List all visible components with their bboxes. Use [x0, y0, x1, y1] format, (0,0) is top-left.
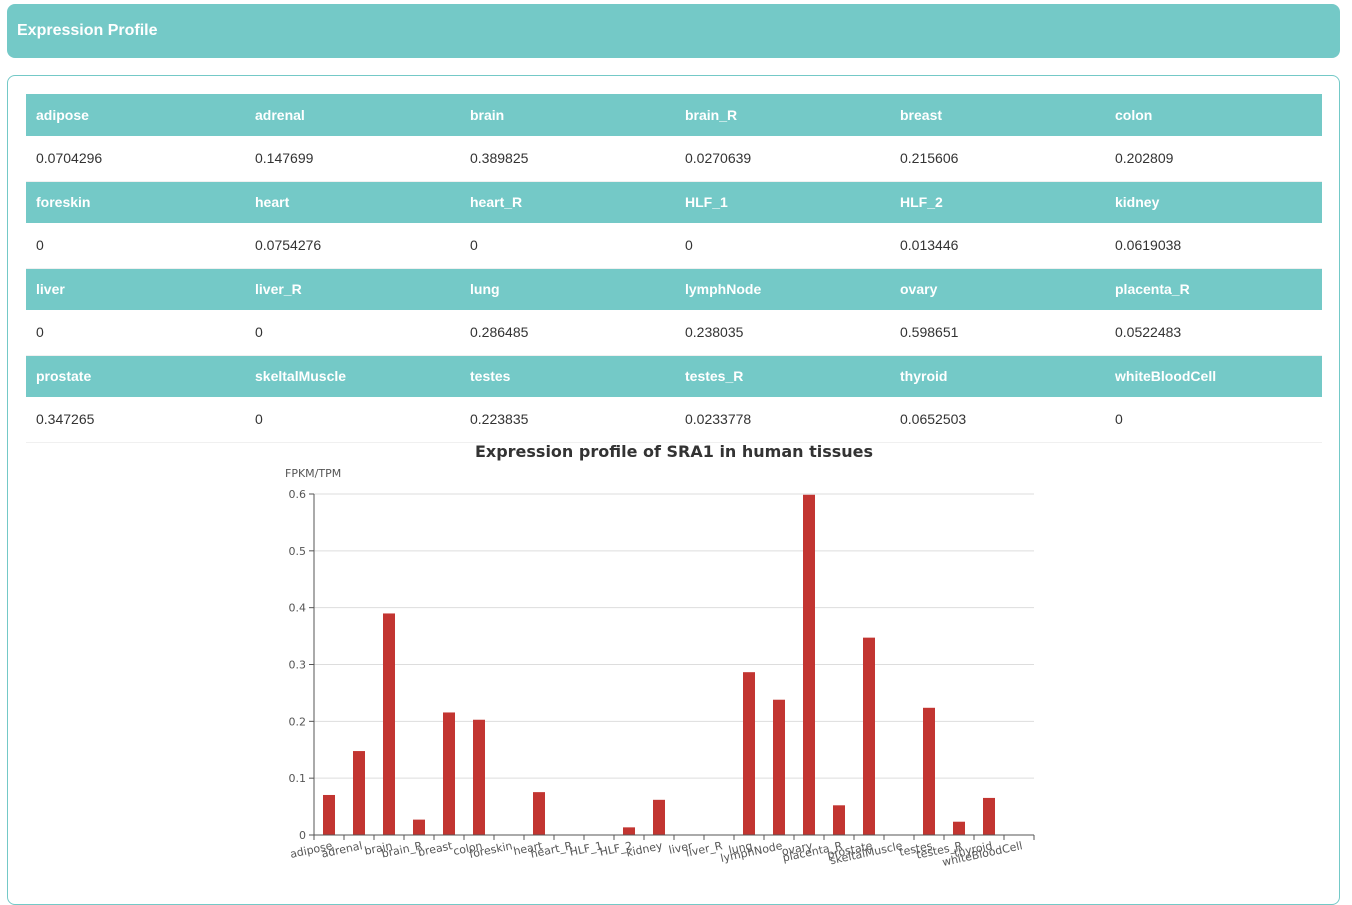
x-tick-labels: adiposeadrenal brainbrain_Rbreastcolonfor…: [289, 839, 1024, 869]
y-tick-label: 0.2: [289, 715, 307, 728]
bar-HLF_2[interactable]: [623, 827, 635, 835]
y-tick-label: 0.3: [289, 659, 307, 672]
x-tick-label: breast: [417, 839, 454, 859]
bar-placenta_R[interactable]: [833, 805, 845, 835]
bar-testes[interactable]: [923, 707, 935, 835]
y-axis-label: FPKM/TPM: [285, 467, 341, 480]
chart-title: Expression profile of SRA1 in human tiss…: [475, 442, 873, 461]
bar-adipose[interactable]: [323, 794, 335, 835]
bar-colon[interactable]: [473, 719, 485, 835]
bar-thyroid[interactable]: [983, 797, 995, 835]
bar-adrenal[interactable]: [353, 751, 365, 835]
y-tick-label: 0.6: [289, 488, 307, 501]
y-tick-label: 0.5: [289, 545, 307, 558]
y-tick-label: 0.1: [289, 772, 307, 785]
bar-lung[interactable]: [743, 672, 755, 835]
bar-ovary[interactable]: [803, 494, 815, 835]
bar-heart[interactable]: [533, 792, 545, 835]
expression-bar-chart: Expression profile of SRA1 in human tiss…: [285, 442, 1035, 869]
bar-kidney[interactable]: [653, 799, 665, 835]
bar-brain[interactable]: [383, 613, 395, 835]
bar-brain_R[interactable]: [413, 819, 425, 835]
bar-testes_R[interactable]: [953, 821, 965, 835]
y-tick-label: 0: [299, 829, 306, 842]
bar-prostate[interactable]: [863, 637, 875, 835]
chart-container: Expression profile of SRA1 in human tiss…: [0, 0, 1352, 877]
bar-lymphNode[interactable]: [773, 699, 785, 835]
bar-breast[interactable]: [443, 712, 455, 835]
y-tick-label: 0.4: [289, 602, 307, 615]
